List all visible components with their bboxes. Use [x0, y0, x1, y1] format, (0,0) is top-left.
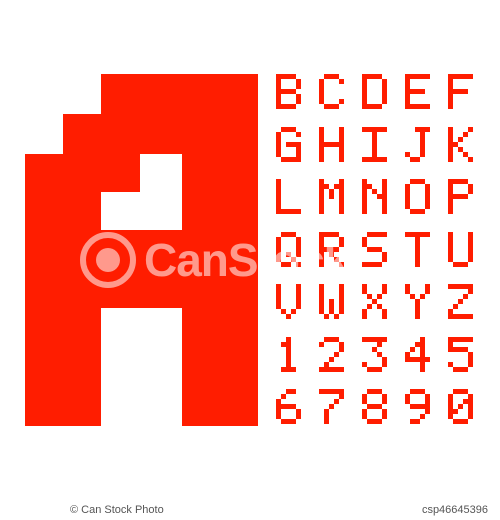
- glyph-pixels: [319, 179, 344, 214]
- glyph-pixels: [319, 336, 344, 372]
- glyph-6: 6: [276, 389, 301, 428]
- glyph-pixels: [448, 179, 473, 214]
- glyph-pixels: [276, 126, 301, 162]
- glyph-z: Z: [448, 284, 473, 323]
- glyph-pixels: [281, 336, 296, 372]
- glyph-pixels: [405, 284, 430, 319]
- glyph-4: 4: [405, 336, 430, 376]
- glyph-pixels: [405, 126, 430, 162]
- glyph-u: U: [448, 231, 473, 271]
- glyph-k: K: [448, 126, 473, 166]
- glyph-pixels: [319, 231, 344, 267]
- glyph-pixels: [362, 179, 387, 214]
- glyph-y: Y: [405, 284, 430, 323]
- glyph-p: P: [448, 179, 473, 218]
- glyph-3: 3: [362, 336, 387, 376]
- glyph-pixels: [448, 284, 473, 319]
- glyph-j: J: [405, 126, 430, 166]
- big-letter-a: [25, 74, 258, 426]
- glyph-pixels: [276, 231, 301, 267]
- glyph-pixels: [405, 179, 430, 214]
- glyph-pixels: [448, 231, 473, 267]
- glyph-o: O: [405, 179, 430, 218]
- glyph-pixels: [405, 336, 430, 372]
- glyph-pixels: [362, 126, 387, 162]
- glyph-pixels: [276, 284, 301, 319]
- glyph-pixels: [405, 231, 430, 267]
- glyph-x: X: [362, 284, 387, 323]
- big-a-glyph: [25, 74, 258, 426]
- glyph-pixels: [319, 126, 344, 162]
- glyph-pixels: [276, 389, 301, 424]
- glyph-pixels: [276, 179, 301, 214]
- glyph-pixels: [362, 74, 387, 109]
- glyph-t: T: [405, 231, 430, 271]
- footer-bar: © Can Stock Photo csp46645396: [0, 500, 500, 520]
- glyph-pixels: [319, 389, 344, 424]
- glyph-pixels: [276, 74, 301, 109]
- glyph-n: N: [362, 179, 387, 218]
- glyph-s: S: [362, 231, 387, 271]
- glyph-pixels: [319, 74, 344, 109]
- glyph-g: G: [276, 126, 301, 166]
- glyph-w: W: [319, 284, 344, 323]
- glyph-pixels: [362, 389, 387, 424]
- glyph-7: 7: [319, 389, 344, 428]
- glyph-f: F: [448, 74, 473, 113]
- glyph-pixels: [448, 126, 473, 162]
- glyph-pixels: [448, 74, 473, 109]
- glyph-e: E: [405, 74, 430, 113]
- glyph-pixels: [362, 284, 387, 319]
- glyph-m: M: [319, 179, 344, 218]
- glyph-9: 9: [405, 389, 430, 428]
- pixel-font-sheet: A BCDEFGHIJKLMNOPQRSTUVWXYZ1234567890 Ca…: [0, 0, 500, 520]
- glyph-pixels: [448, 336, 473, 372]
- glyph-0: 0: [448, 389, 473, 428]
- glyph-2: 2: [319, 336, 344, 376]
- glyph-pixels: [405, 389, 430, 424]
- glyph-pixels: [319, 284, 344, 319]
- glyph-1: 1: [276, 336, 301, 376]
- glyph-q: Q: [276, 231, 301, 271]
- glyph-pixels: [362, 336, 387, 372]
- glyph-pixels: [405, 74, 430, 109]
- glyph-b: B: [276, 74, 301, 113]
- stock-id: csp46645396: [421, 504, 488, 516]
- glyph-h: H: [319, 126, 344, 166]
- glyph-v: V: [276, 284, 301, 323]
- glyph-l: L: [276, 179, 301, 218]
- glyph-pixels: [448, 389, 473, 424]
- glyph-5: 5: [448, 336, 473, 376]
- glyph-8: 8: [362, 389, 387, 428]
- glyph-i: I: [362, 126, 387, 166]
- glyph-d: D: [362, 74, 387, 113]
- glyph-r: R: [319, 231, 344, 271]
- copyright-text: © Can Stock Photo: [70, 504, 164, 516]
- glyph-c: C: [319, 74, 344, 113]
- glyph-pixels: [362, 231, 387, 267]
